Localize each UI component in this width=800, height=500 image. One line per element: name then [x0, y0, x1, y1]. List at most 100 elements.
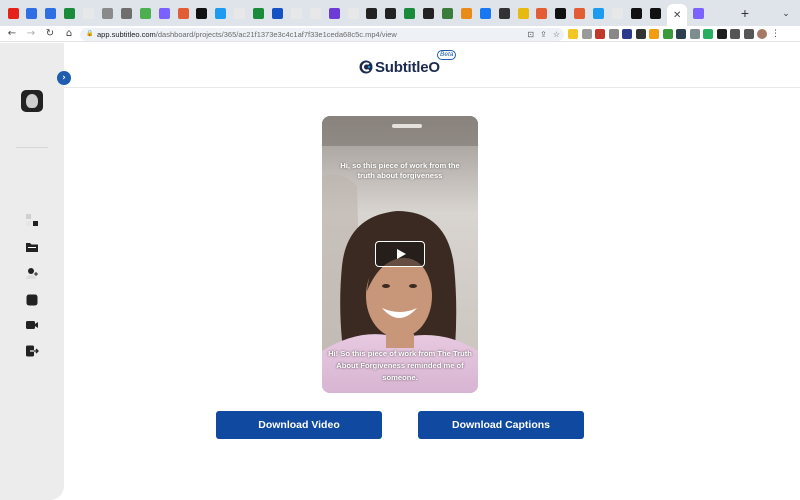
extension-icon[interactable] [622, 29, 632, 39]
url-text: app.subtitleo.com/dashboard/projects/365… [97, 30, 397, 39]
browser-tab[interactable] [438, 3, 456, 23]
active-tab[interactable]: ✕ [667, 4, 688, 26]
browser-tab[interactable] [287, 3, 305, 23]
browser-tab[interactable] [382, 3, 400, 23]
tab-favicon-icon [45, 7, 57, 19]
forward-icon[interactable]: → [24, 27, 38, 41]
browser-tab[interactable] [61, 3, 79, 23]
share-icon[interactable]: ⇪ [540, 28, 547, 41]
browser-tab[interactable] [42, 3, 60, 23]
extension-icon[interactable] [703, 29, 713, 39]
home-icon[interactable]: ⌂ [62, 27, 76, 41]
new-tab-button[interactable]: + [738, 4, 752, 22]
extension-icon[interactable] [595, 29, 605, 39]
browser-tab[interactable] [363, 3, 381, 23]
browser-tab[interactable] [4, 3, 22, 23]
browser-tab[interactable] [193, 3, 211, 23]
extension-icon[interactable] [649, 29, 659, 39]
reload-icon[interactable]: ↻ [43, 27, 57, 41]
browser-toolbar: ← → ↻ ⌂ 🔒 app.subtitleo.com/dashboard/pr… [0, 26, 800, 42]
tab-favicon-icon [460, 7, 472, 19]
browser-tab[interactable] [155, 3, 173, 23]
browser-tab[interactable] [80, 3, 98, 23]
browser-tab[interactable] [268, 3, 286, 23]
download-video-button[interactable]: Download Video [216, 411, 382, 439]
browser-tab[interactable] [495, 3, 513, 23]
browser-tab[interactable] [646, 3, 664, 23]
extensions-puzzle-icon[interactable] [730, 29, 740, 39]
extension-icon[interactable] [676, 29, 686, 39]
tab-favicon-icon [158, 7, 170, 19]
extension-icon[interactable] [689, 29, 700, 39]
profile-avatar[interactable] [757, 29, 767, 39]
back-icon[interactable]: ← [5, 27, 19, 41]
tab-favicon-icon [253, 7, 265, 19]
install-app-icon[interactable]: ⊡ [527, 28, 534, 41]
browser-tab[interactable] [627, 3, 645, 23]
browser-tab[interactable] [609, 3, 627, 23]
tab-favicon-icon [328, 7, 340, 19]
browser-tab[interactable] [98, 3, 116, 23]
browser-tab[interactable] [250, 3, 268, 23]
tab-favicon-icon [574, 7, 586, 19]
browser-tab[interactable] [231, 3, 249, 23]
tab-favicon-icon [290, 7, 302, 19]
browser-tab[interactable] [117, 3, 135, 23]
browser-tab[interactable] [476, 3, 494, 23]
browser-tab[interactable] [401, 3, 419, 23]
tab-favicon-icon [196, 7, 208, 19]
extension-icon[interactable] [608, 29, 619, 39]
tab-favicon-icon [366, 7, 378, 19]
tab-favicon-icon [271, 7, 283, 19]
video-icon[interactable] [24, 318, 40, 332]
close-tab-icon[interactable]: ✕ [673, 10, 681, 21]
browser-tab[interactable] [590, 3, 608, 23]
browser-tab[interactable] [306, 3, 324, 23]
address-bar-actions: ⊡ ⇪ ☆ [527, 28, 560, 41]
tab-favicon-icon [64, 7, 76, 19]
browser-tab[interactable] [689, 3, 707, 23]
browser-tab[interactable] [325, 3, 343, 23]
extension-icon[interactable] [716, 29, 727, 39]
download-captions-button[interactable]: Download Captions [418, 411, 584, 439]
tab-favicon-icon [593, 7, 605, 19]
play-button[interactable] [375, 241, 425, 267]
app-header: SubtitleO Beta [64, 43, 800, 88]
video-player[interactable]: Hi, so this piece of work from the truth… [322, 116, 478, 393]
browser-tab[interactable] [136, 3, 154, 23]
stop-icon[interactable] [24, 293, 40, 307]
extension-bell-icon[interactable] [568, 29, 578, 39]
browser-tab[interactable] [212, 3, 230, 23]
tab-favicon-icon [404, 7, 416, 19]
avatar[interactable] [21, 90, 43, 112]
tab-favicon-icon [177, 7, 189, 19]
bookmark-star-icon[interactable]: ☆ [553, 28, 560, 41]
browser-tab[interactable] [457, 3, 475, 23]
browser-tab[interactable] [420, 3, 438, 23]
tab-favicon-icon [498, 7, 510, 19]
extension-icon[interactable] [581, 29, 592, 39]
tab-favicon-icon [385, 7, 397, 19]
browser-tab[interactable] [344, 3, 362, 23]
browser-tab[interactable] [514, 3, 532, 23]
browser-tab[interactable] [174, 3, 192, 23]
sidebar [0, 43, 64, 500]
tab-favicon-icon [101, 7, 113, 19]
logo[interactable]: SubtitleO Beta [359, 50, 457, 77]
tab-search-button[interactable]: ⌄ [780, 6, 792, 20]
dashboard-icon[interactable] [24, 213, 40, 227]
lock-icon: 🔒 [86, 31, 94, 37]
browser-menu-icon[interactable]: ⋮ [771, 29, 781, 39]
side-panel-icon[interactable] [743, 29, 754, 39]
browser-tab[interactable] [571, 3, 589, 23]
logout-icon[interactable] [24, 344, 40, 358]
tab-favicon-icon [234, 7, 246, 19]
address-bar[interactable]: 🔒 app.subtitleo.com/dashboard/projects/3… [80, 28, 564, 41]
folder-icon[interactable] [24, 240, 40, 254]
add-user-icon[interactable] [24, 266, 40, 280]
browser-tab[interactable] [533, 3, 551, 23]
browser-tab[interactable] [23, 3, 41, 23]
extension-icon[interactable] [635, 29, 646, 39]
extension-icon[interactable] [662, 29, 673, 39]
browser-tab[interactable] [552, 3, 570, 23]
